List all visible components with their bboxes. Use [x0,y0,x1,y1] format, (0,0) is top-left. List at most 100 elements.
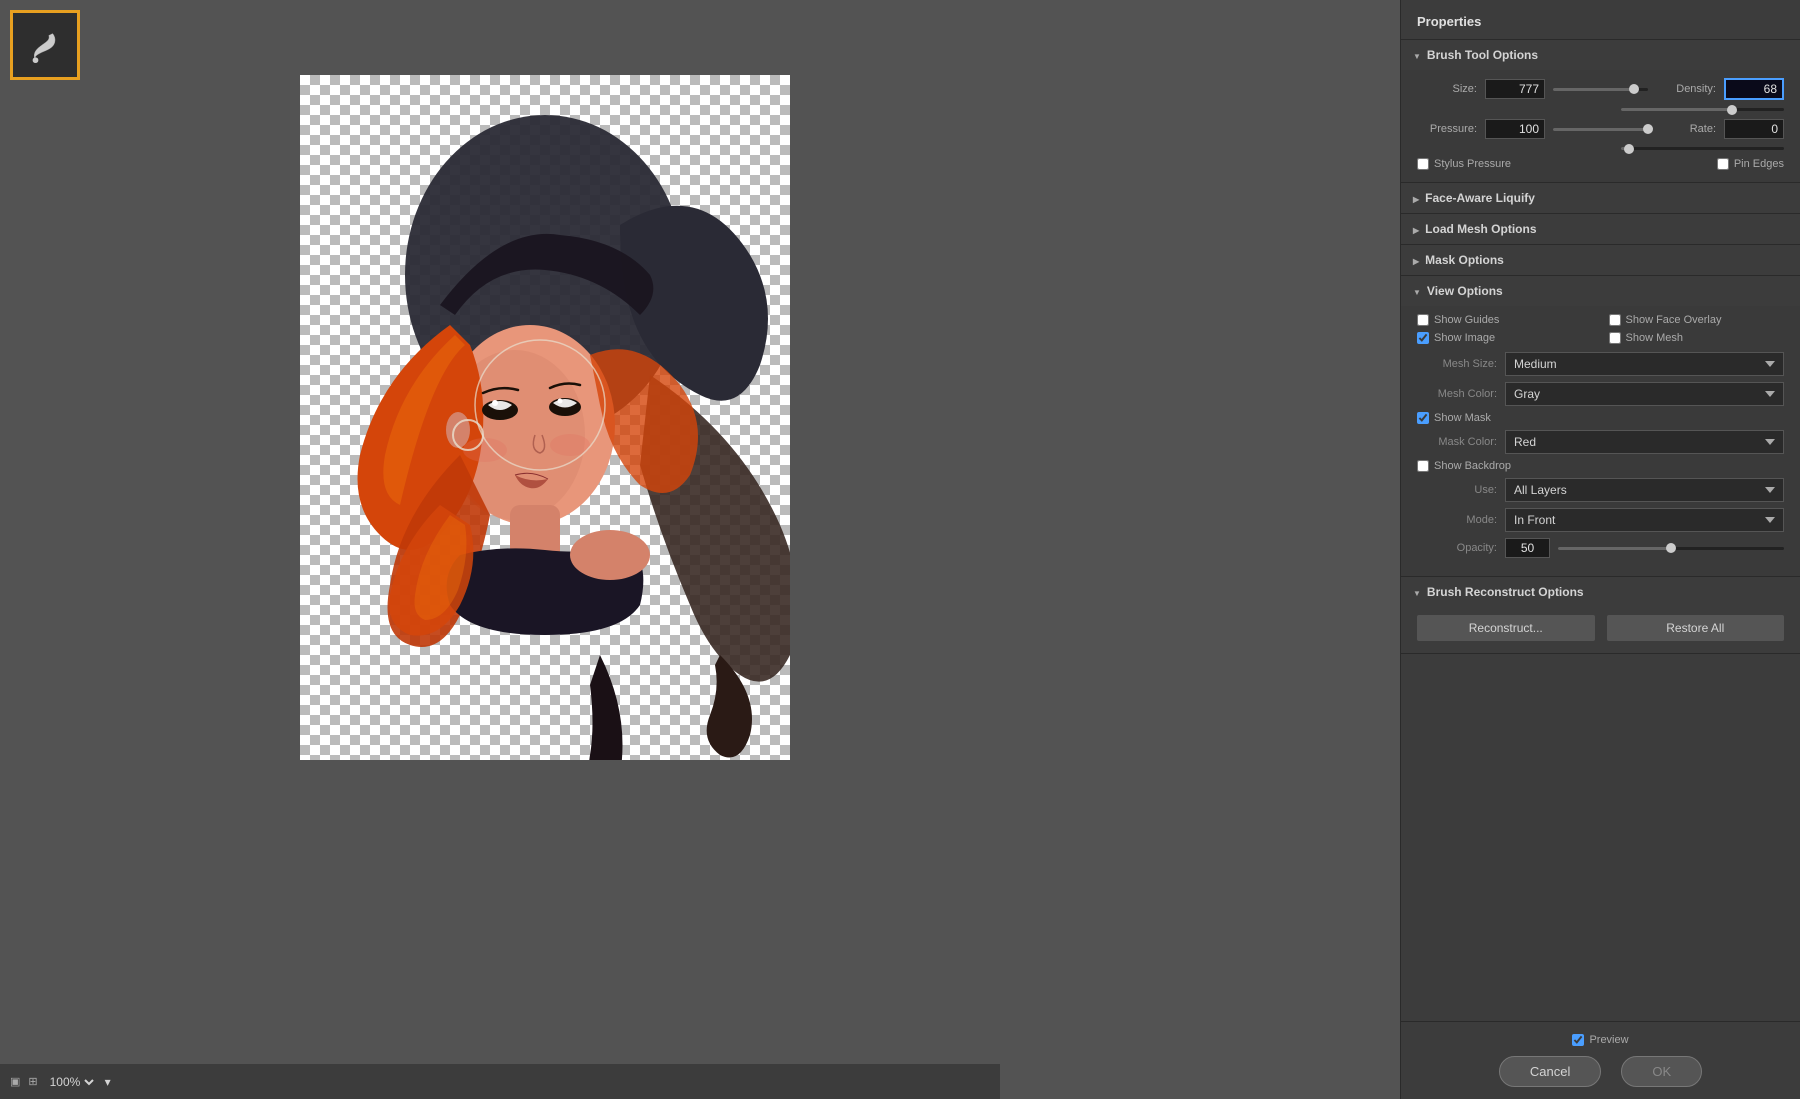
density-slider-thumb[interactable] [1727,105,1737,115]
use-row: Use: All Layers Selected Layer [1417,478,1784,502]
load-mesh-options-header[interactable]: Load Mesh Options [1401,214,1800,244]
mask-options-toggle [1413,253,1419,267]
size-label: Size: [1417,83,1477,95]
face-aware-liquify-label: Face-Aware Liquify [1425,191,1535,205]
preview-checkbox-label[interactable]: Preview [1572,1034,1628,1046]
face-aware-liquify-header[interactable]: Face-Aware Liquify [1401,183,1800,213]
show-face-overlay-checkbox-label[interactable]: Show Face Overlay [1609,314,1785,326]
mesh-color-control[interactable]: Gray Red Green Blue Black White [1505,382,1784,406]
stylus-pin-row: Stylus Pressure Pin Edges [1417,158,1784,170]
rate-slider-track[interactable] [1621,147,1784,150]
use-control[interactable]: All Layers Selected Layer [1505,478,1784,502]
brush-tool-options-label: Brush Tool Options [1427,48,1538,62]
show-mask-label: Show Mask [1434,412,1491,424]
show-backdrop-checkbox-label[interactable]: Show Backdrop [1417,460,1784,472]
mode-control[interactable]: In Front Behind Blend [1505,508,1784,532]
rate-slider-container[interactable] [1621,147,1784,150]
brush-reconstruct-options-header[interactable]: Brush Reconstruct Options [1401,577,1800,607]
mask-color-label: Mask Color: [1417,436,1497,448]
mesh-size-control[interactable]: Medium Small Large [1505,352,1784,376]
stylus-pressure-checkbox-label[interactable]: Stylus Pressure [1417,158,1597,170]
pressure-label: Pressure: [1417,123,1477,135]
view-options-header[interactable]: View Options [1401,276,1800,306]
mask-color-select[interactable]: Red Green Blue Gray [1505,430,1784,454]
preview-checkbox[interactable] [1572,1034,1584,1046]
status-bar: ▣ ⊞ 100% 50% 200% ▾ [0,1064,1000,1099]
opacity-slider-thumb[interactable] [1666,543,1676,553]
density-slider-track[interactable] [1621,108,1784,111]
liquify-brush-icon [26,26,64,64]
reconstruct-button[interactable]: Reconstruct... [1417,615,1595,641]
pressure-slider-fill [1553,128,1648,131]
size-slider-container[interactable] [1553,88,1648,91]
brush-tool-options-header[interactable]: Brush Tool Options [1401,40,1800,70]
size-slider-fill [1553,88,1634,91]
mesh-size-row: Mesh Size: Medium Small Large [1417,352,1784,376]
show-image-label: Show Image [1434,332,1495,344]
pressure-slider-container[interactable] [1553,128,1648,131]
brush-reconstruct-options-toggle [1413,585,1421,599]
mask-options-header[interactable]: Mask Options [1401,245,1800,275]
brush-tool-options-body: Size: Density: [1401,70,1800,182]
pin-edges-checkbox-label[interactable]: Pin Edges [1605,158,1785,170]
density-label: Density: [1656,83,1716,95]
pin-edges-checkbox[interactable] [1717,158,1729,170]
use-select[interactable]: All Layers Selected Layer [1505,478,1784,502]
opacity-slider-fill [1558,547,1671,550]
pressure-slider-thumb[interactable] [1643,124,1653,134]
opacity-input[interactable] [1505,538,1550,558]
size-slider-track[interactable] [1553,88,1648,91]
load-mesh-options-label: Load Mesh Options [1425,222,1536,236]
action-buttons-row: Cancel OK [1417,1056,1784,1087]
ok-button[interactable]: OK [1621,1056,1702,1087]
status-icon-2: ⊞ [28,1075,37,1088]
restore-all-button[interactable]: Restore All [1607,615,1785,641]
brush-reconstruct-options-section: Brush Reconstruct Options Reconstruct...… [1401,577,1800,654]
size-slider-thumb[interactable] [1629,84,1639,94]
show-mask-checkbox[interactable] [1417,412,1429,424]
stylus-pressure-checkbox[interactable] [1417,158,1429,170]
show-guides-checkbox-label[interactable]: Show Guides [1417,314,1593,326]
canvas-container[interactable] [300,75,790,760]
brush-tool-options-section: Brush Tool Options Size: Density: [1401,40,1800,183]
cancel-button[interactable]: Cancel [1499,1056,1601,1087]
pressure-slider-track[interactable] [1553,128,1648,131]
show-mask-checkbox-label[interactable]: Show Mask [1417,412,1491,424]
status-icon-1: ▣ [10,1075,20,1088]
mesh-color-select[interactable]: Gray Red Green Blue Black White [1505,382,1784,406]
rate-label: Rate: [1656,123,1716,135]
density-slider-row [1417,108,1784,111]
preview-row: Preview [1417,1034,1784,1046]
view-options-toggle [1413,284,1421,298]
rate-slider-thumb[interactable] [1624,144,1634,154]
show-image-checkbox-label[interactable]: Show Image [1417,332,1593,344]
show-mesh-label: Show Mesh [1626,332,1683,344]
show-backdrop-label: Show Backdrop [1434,460,1511,472]
mesh-size-select[interactable]: Medium Small Large [1505,352,1784,376]
mask-color-control[interactable]: Red Green Blue Gray [1505,430,1784,454]
pressure-input[interactable] [1485,119,1545,139]
show-image-checkbox[interactable] [1417,332,1429,344]
show-mask-row: Show Mask [1417,412,1784,424]
show-guides-checkbox[interactable] [1417,314,1429,326]
opacity-slider-track[interactable] [1558,547,1784,550]
zoom-select[interactable]: 100% 50% 200% [46,1074,97,1090]
show-backdrop-row: Show Backdrop [1417,460,1784,472]
show-backdrop-checkbox[interactable] [1417,460,1429,472]
view-options-label: View Options [1427,284,1503,298]
face-aware-liquify-section: Face-Aware Liquify [1401,183,1800,214]
mode-select[interactable]: In Front Behind Blend [1505,508,1784,532]
density-slider-container[interactable] [1621,108,1784,111]
show-mesh-checkbox[interactable] [1609,332,1621,344]
density-input[interactable] [1724,78,1784,100]
tool-icon-wrapper [10,10,80,80]
show-mesh-checkbox-label[interactable]: Show Mesh [1609,332,1785,344]
canvas-area: ▣ ⊞ 100% 50% 200% ▾ [0,0,1400,1099]
opacity-label: Opacity: [1417,542,1497,554]
show-face-overlay-checkbox[interactable] [1609,314,1621,326]
panel-bottom: Preview Cancel OK [1401,1021,1800,1099]
load-mesh-options-section: Load Mesh Options [1401,214,1800,245]
rate-input[interactable] [1724,119,1784,139]
size-input[interactable] [1485,79,1545,99]
brush-reconstruct-options-label: Brush Reconstruct Options [1427,585,1584,599]
